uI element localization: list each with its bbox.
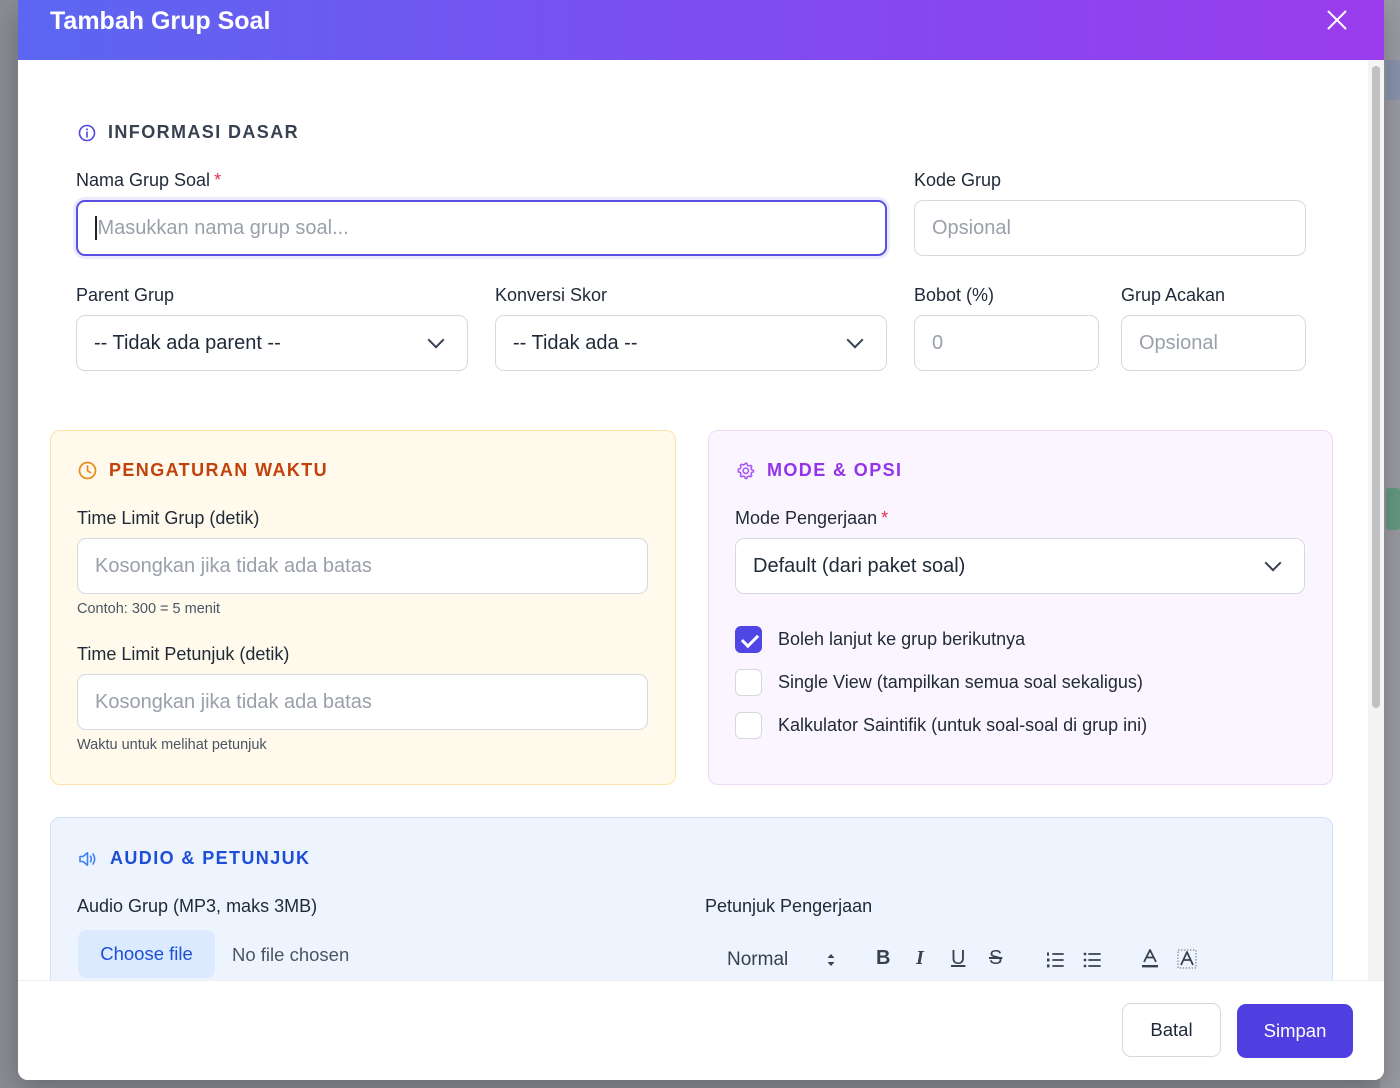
boleh-lanjut-label: Boleh lanjut ke grup berikutnya (778, 629, 1026, 649)
highlight-color-icon[interactable] (1176, 948, 1198, 970)
save-button[interactable]: Simpan (1237, 1004, 1353, 1058)
modal-title: Tambah Grup Soal (50, 6, 271, 35)
kode-grup-label: Kode Grup (914, 170, 1002, 190)
bobot-input[interactable]: 0 (914, 315, 1099, 371)
section-mode-opsi: MODE & OPSI (736, 460, 902, 481)
bullet-list-icon[interactable] (1082, 950, 1102, 970)
speaker-icon (79, 851, 96, 866)
chevron-down-icon (846, 331, 864, 349)
cancel-button[interactable]: Batal (1122, 1003, 1221, 1057)
choose-file-button[interactable]: Choose file (78, 930, 215, 978)
section-heading: MODE & OPSI (767, 460, 903, 480)
modal-dialog: Tambah Grup Soal INFORMASI DASAR Nama Gr… (18, 0, 1384, 1080)
modal-body: INFORMASI DASAR Nama Grup Soal * Masukkan… (18, 60, 1384, 980)
section-audio-petunjuk: AUDIO & PETUNJUK (78, 848, 310, 869)
no-file-status: No file chosen (232, 944, 350, 965)
chevron-down-icon (1264, 554, 1282, 572)
sort-arrows-icon[interactable] (826, 952, 836, 968)
bold-button[interactable]: B (876, 947, 890, 970)
time-limit-petunjuk-label: Time Limit Petunjuk (detik) (77, 644, 290, 664)
kalkulator-checkbox[interactable] (735, 712, 762, 739)
text-color-icon[interactable] (1140, 948, 1160, 970)
selected-value: Default (dari paket soal) (753, 554, 966, 577)
modal-header: Tambah Grup Soal (18, 0, 1384, 60)
required-marker: * (214, 170, 222, 190)
selected-value: -- Tidak ada parent -- (94, 331, 281, 354)
parent-grup-select[interactable]: -- Tidak ada parent -- (76, 315, 468, 371)
info-icon (78, 124, 96, 141)
konversi-skor-select[interactable]: -- Tidak ada -- (495, 315, 887, 371)
placeholder-text: Kosongkan jika tidak ada batas (95, 690, 372, 713)
backdrop-element (1386, 488, 1400, 530)
kode-grup-input[interactable]: Opsional (914, 200, 1306, 256)
konversi-skor-label: Konversi Skor (495, 285, 608, 305)
section-pengaturan-waktu: PENGATURAN WAKTU (78, 460, 328, 481)
required-marker: * (881, 508, 889, 528)
text-caret (95, 216, 97, 240)
scrollbar-thumb[interactable] (1372, 66, 1380, 708)
modal-footer: Batal Simpan (18, 980, 1384, 1080)
italic-button[interactable]: I (916, 947, 924, 970)
clock-icon (78, 461, 97, 480)
underline-button[interactable]: U (951, 947, 965, 970)
placeholder-text: 0 (932, 331, 944, 354)
label-text: Mode Pengerjaan (735, 508, 878, 528)
placeholder-text: Opsional (1139, 331, 1218, 354)
placeholder-text: Kosongkan jika tidak ada batas (95, 554, 372, 577)
time-limit-petunjuk-input[interactable]: Kosongkan jika tidak ada batas (77, 674, 648, 730)
close-icon[interactable] (1324, 7, 1350, 33)
label-text: Nama Grup Soal (76, 170, 211, 190)
strike-button[interactable]: S (989, 947, 1002, 970)
single-view-checkbox[interactable] (735, 669, 762, 696)
mode-pengerjaan-label: Mode Pengerjaan * (735, 508, 888, 529)
petunjuk-pengerjaan-label: Petunjuk Pengerjaan (705, 896, 873, 916)
mode-pengerjaan-select[interactable]: Default (dari paket soal) (735, 538, 1305, 594)
placeholder-text: Masukkan nama grup soal... (97, 216, 349, 239)
ordered-list-icon[interactable] (1045, 950, 1065, 970)
time-limit-grup-label: Time Limit Grup (detik) (77, 508, 260, 528)
nama-grup-label: Nama Grup Soal * (76, 170, 221, 191)
time-limit-petunjuk-hint: Waktu untuk melihat petunjuk (77, 737, 267, 753)
grup-acakan-label: Grup Acakan (1121, 285, 1226, 305)
selected-value: -- Tidak ada -- (513, 331, 638, 354)
grup-acakan-input[interactable]: Opsional (1121, 315, 1306, 371)
kalkulator-label: Kalkulator Saintifik (untuk soal-soal di… (778, 715, 1148, 735)
gear-icon (737, 462, 755, 480)
single-view-label: Single View (tampilkan semua soal sekali… (778, 672, 1143, 692)
section-heading: INFORMASI DASAR (108, 122, 299, 142)
time-limit-grup-hint: Contoh: 300 = 5 menit (77, 601, 221, 617)
section-informasi-dasar: INFORMASI DASAR (78, 122, 299, 143)
backdrop-element (1386, 60, 1400, 100)
parent-grup-label: Parent Grup (76, 285, 175, 305)
placeholder-text: Opsional (932, 216, 1011, 239)
time-limit-grup-input[interactable]: Kosongkan jika tidak ada batas (77, 538, 648, 594)
bobot-label: Bobot (%) (914, 285, 995, 305)
nama-grup-input[interactable]: Masukkan nama grup soal... (76, 200, 887, 256)
chevron-down-icon (427, 331, 445, 349)
boleh-lanjut-checkbox[interactable] (735, 626, 762, 653)
section-heading: PENGATURAN WAKTU (109, 460, 329, 480)
section-heading: AUDIO & PETUNJUK (110, 848, 311, 868)
audio-grup-label: Audio Grup (MP3, maks 3MB) (77, 896, 318, 916)
format-select[interactable]: Normal (727, 949, 788, 971)
